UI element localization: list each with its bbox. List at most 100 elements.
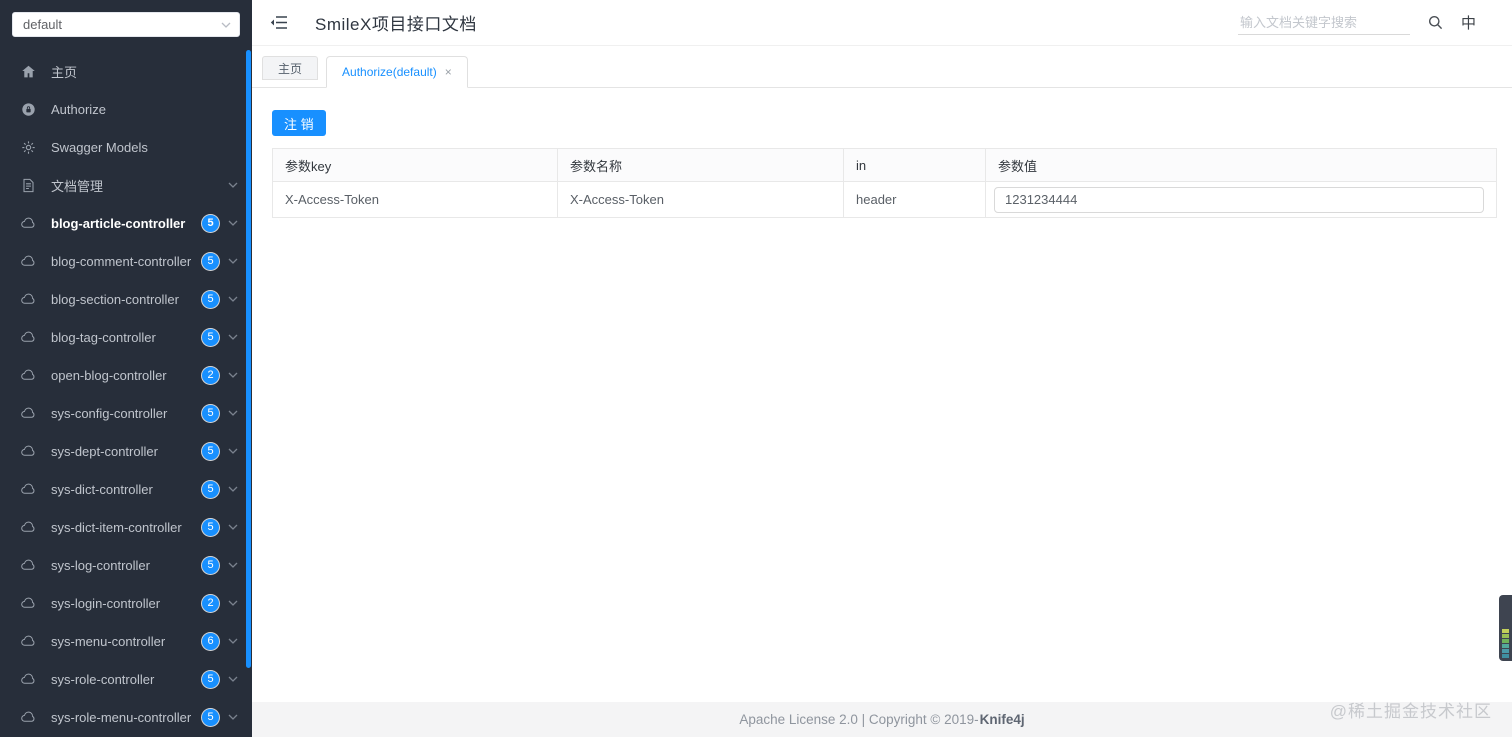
api-count-badge: 5 bbox=[202, 518, 219, 536]
tab-home[interactable]: 主页 bbox=[262, 56, 319, 80]
table-header-row: 参数key 参数名称 in 参数值 bbox=[272, 148, 1497, 182]
menu-fold-icon[interactable] bbox=[270, 15, 288, 30]
auth-params-table: 参数key 参数名称 in 参数值 X-Access-Token X-Acces… bbox=[272, 148, 1497, 218]
controller-label: sys-log-controller bbox=[51, 557, 150, 573]
api-count-badge: 5 bbox=[202, 328, 219, 346]
sidebar-item-home[interactable]: 主页 bbox=[0, 52, 252, 90]
sidebar-controller-item[interactable]: blog-article-controller 5 bbox=[0, 204, 252, 242]
sidebar-item-label: 文档管理 bbox=[51, 178, 104, 194]
tab-label: 主页 bbox=[278, 61, 303, 76]
sidebar-controller-item[interactable]: open-blog-controller 2 bbox=[0, 356, 252, 394]
content-panel: 注 销 参数key 参数名称 in 参数值 X-Access-Token X-A… bbox=[252, 88, 1512, 702]
chevron-down-icon bbox=[228, 258, 238, 264]
sidebar-item-authorize[interactable]: Authorize bbox=[0, 90, 252, 128]
column-header-in: in bbox=[843, 148, 986, 182]
controller-label: open-blog-controller bbox=[51, 367, 167, 383]
chevron-down-icon bbox=[228, 486, 238, 492]
sidebar-controller-item[interactable]: sys-dept-controller 5 bbox=[0, 432, 252, 470]
controller-label: sys-role-controller bbox=[51, 671, 155, 687]
cloud-icon bbox=[21, 709, 37, 725]
home-icon bbox=[21, 63, 37, 79]
cloud-icon bbox=[21, 557, 37, 573]
api-count-badge: 5 bbox=[202, 442, 219, 460]
chevron-down-icon bbox=[221, 22, 231, 28]
api-count-badge: 5 bbox=[202, 404, 219, 422]
api-count-badge: 5 bbox=[202, 556, 219, 574]
footer: Apache License 2.0 | Copyright © 2019- Kn… bbox=[252, 702, 1512, 737]
cloud-icon bbox=[21, 519, 37, 535]
column-header-param-name: 参数名称 bbox=[557, 148, 844, 182]
sidebar-controller-item[interactable]: sys-dict-item-controller 5 bbox=[0, 508, 252, 546]
api-count-badge: 2 bbox=[202, 366, 219, 384]
api-group-select-value: default bbox=[23, 17, 63, 32]
api-count-badge: 5 bbox=[202, 670, 219, 688]
sidebar-item-label: Authorize bbox=[51, 101, 106, 117]
controller-label: blog-comment-controller bbox=[51, 253, 192, 269]
brand-name: Knife4j bbox=[979, 712, 1025, 727]
cloud-icon bbox=[21, 443, 37, 459]
sidebar-controller-item[interactable]: sys-dict-controller 5 bbox=[0, 470, 252, 508]
document-icon bbox=[21, 177, 37, 193]
chevron-down-icon bbox=[228, 638, 238, 644]
cloud-icon bbox=[21, 481, 37, 497]
chevron-down-icon bbox=[228, 182, 238, 188]
widget-stripe bbox=[1502, 644, 1509, 648]
cloud-icon bbox=[21, 405, 37, 421]
controller-label: sys-menu-controller bbox=[51, 633, 166, 649]
cloud-icon bbox=[21, 291, 37, 307]
sidebar-controller-item[interactable]: sys-role-controller 5 bbox=[0, 660, 252, 698]
sidebar-controller-item[interactable]: blog-tag-controller 5 bbox=[0, 318, 252, 356]
sidebar-controller-item[interactable]: sys-config-controller 5 bbox=[0, 394, 252, 432]
sidebar-controller-item[interactable]: blog-comment-controller 5 bbox=[0, 242, 252, 280]
sidebar-controller-item[interactable]: blog-section-controller 5 bbox=[0, 280, 252, 318]
api-count-badge: 5 bbox=[202, 214, 219, 232]
tab-authorize-default[interactable]: Authorize(default) × bbox=[326, 56, 468, 88]
sidebar-controller-item[interactable]: sys-menu-controller 6 bbox=[0, 622, 252, 660]
main-area: SmileX项目接口文档 中 主页 Authorize(default) × 注… bbox=[252, 0, 1512, 737]
chevron-down-icon bbox=[228, 220, 238, 226]
language-toggle-icon[interactable]: 中 bbox=[1461, 12, 1476, 33]
widget-stripe bbox=[1502, 634, 1509, 638]
chevron-down-icon bbox=[228, 714, 238, 720]
chevron-down-icon bbox=[228, 676, 238, 682]
sidebar-item-doc-management[interactable]: 文档管理 bbox=[0, 166, 252, 204]
column-header-param-value: 参数值 bbox=[985, 148, 1497, 182]
sidebar-item-swagger-models[interactable]: Swagger Models bbox=[0, 128, 252, 166]
controller-label: blog-section-controller bbox=[51, 291, 179, 307]
widget-stripe bbox=[1502, 639, 1509, 643]
controller-label: sys-config-controller bbox=[51, 405, 168, 421]
controller-label: sys-dict-controller bbox=[51, 481, 153, 497]
search-icon[interactable] bbox=[1428, 15, 1443, 30]
chevron-down-icon bbox=[228, 524, 238, 530]
sidebar: default 主页 Authorize Swagger Models 文档管理… bbox=[0, 0, 252, 737]
gear-icon bbox=[21, 139, 37, 155]
cell-param-value bbox=[985, 181, 1497, 218]
page-title: SmileX项目接口文档 bbox=[315, 15, 477, 34]
cloud-icon bbox=[21, 329, 37, 345]
cloud-icon bbox=[21, 595, 37, 611]
browser-extension-widget[interactable] bbox=[1499, 595, 1512, 661]
chevron-down-icon bbox=[228, 372, 238, 378]
tab-bar: 主页 Authorize(default) × bbox=[252, 46, 1512, 88]
api-count-badge: 5 bbox=[202, 252, 219, 270]
close-icon[interactable]: × bbox=[445, 66, 452, 78]
search-input[interactable] bbox=[1237, 10, 1410, 35]
sidebar-controller-item[interactable]: sys-login-controller 2 bbox=[0, 584, 252, 622]
logout-button[interactable]: 注 销 bbox=[272, 110, 326, 136]
param-value-input[interactable] bbox=[994, 186, 1484, 213]
api-count-badge: 5 bbox=[202, 480, 219, 498]
chevron-down-icon bbox=[228, 562, 238, 568]
controller-label: sys-dict-item-controller bbox=[51, 519, 182, 535]
sidebar-scrollbar[interactable] bbox=[246, 50, 251, 668]
sidebar-controller-item[interactable]: sys-log-controller 5 bbox=[0, 546, 252, 584]
sidebar-controller-item[interactable]: sys-role-menu-controller 5 bbox=[0, 698, 252, 736]
api-group-select[interactable]: default bbox=[12, 12, 240, 37]
widget-stripe bbox=[1502, 629, 1509, 633]
sidebar-item-label: 主页 bbox=[51, 64, 78, 80]
controller-label: sys-role-menu-controller bbox=[51, 709, 192, 725]
sidebar-nav: 主页 Authorize Swagger Models 文档管理 blog-ar… bbox=[0, 52, 252, 736]
watermark: @稀土掘金技术社区 bbox=[1329, 702, 1492, 721]
cloud-icon bbox=[21, 215, 37, 231]
api-count-badge: 5 bbox=[202, 290, 219, 308]
tab-label: Authorize(default) bbox=[342, 65, 437, 79]
